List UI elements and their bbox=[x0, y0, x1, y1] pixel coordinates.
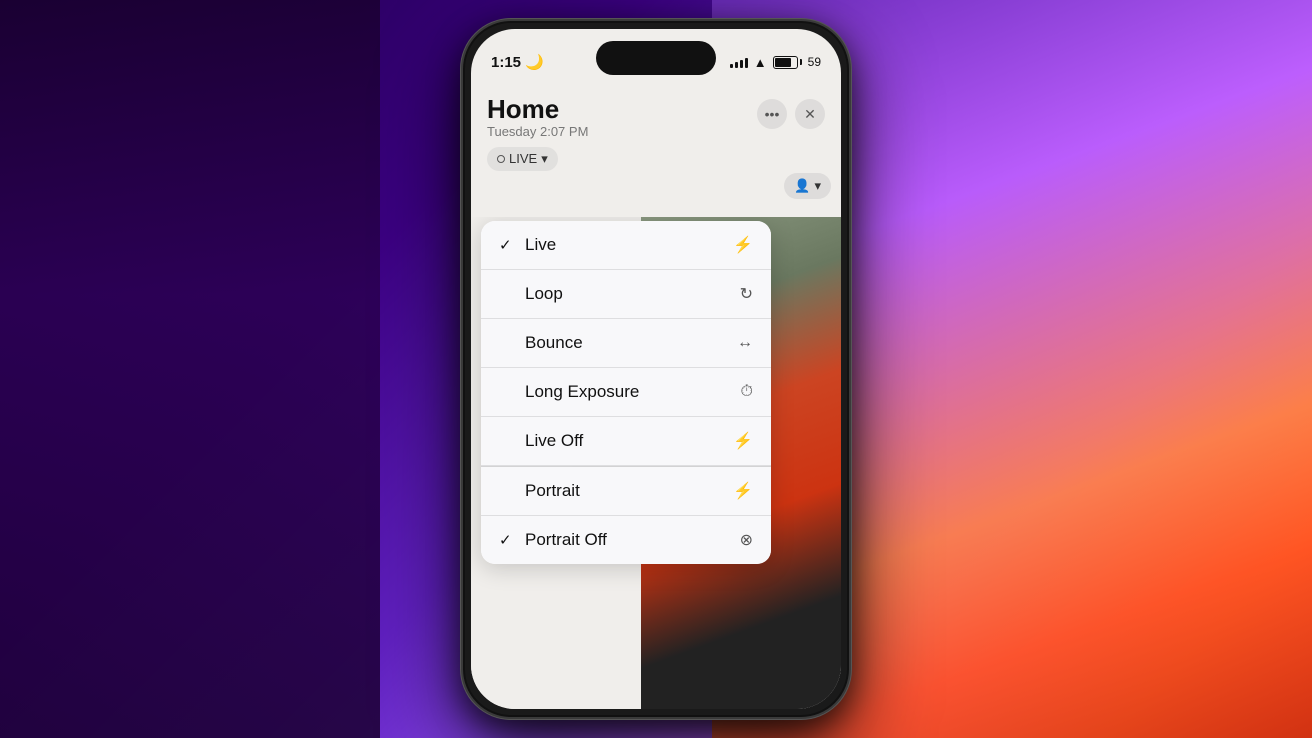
signal-icon bbox=[730, 56, 748, 68]
header-title: Home Tuesday 2:07 PM LIVE ▾ bbox=[487, 95, 588, 171]
photos-header: Home Tuesday 2:07 PM LIVE ▾ ••• bbox=[471, 87, 841, 179]
more-options-button[interactable]: ••• bbox=[757, 99, 787, 129]
signal-bar-1 bbox=[730, 64, 733, 68]
portrait-off-icon: ⊗ bbox=[740, 530, 753, 550]
live-label: LIVE bbox=[509, 151, 537, 166]
portrait-off-checkmark-icon: ✓ bbox=[499, 531, 515, 549]
signal-bar-4 bbox=[745, 58, 748, 68]
menu-item-long-exposure-left: Long Exposure bbox=[499, 382, 639, 402]
live-indicator bbox=[497, 155, 505, 163]
menu-item-portrait-off-left: ✓ Portrait Off bbox=[499, 530, 607, 550]
signal-bar-2 bbox=[735, 62, 738, 68]
people-label: ▾ bbox=[814, 178, 821, 194]
status-right-icons: ▲ 59 bbox=[730, 55, 821, 70]
signal-bar-3 bbox=[740, 60, 743, 68]
menu-item-live-off[interactable]: Live Off ⚡ bbox=[481, 417, 771, 466]
menu-item-live-off-left: Live Off bbox=[499, 431, 583, 451]
header-actions: ••• ✕ bbox=[757, 99, 825, 129]
phone-frame: 1:15 🌙 ▲ bbox=[461, 19, 851, 719]
live-menu-label: Live bbox=[525, 235, 556, 255]
menu-item-portrait[interactable]: Portrait ⚡ bbox=[481, 466, 771, 516]
header-top: Home Tuesday 2:07 PM LIVE ▾ ••• bbox=[487, 95, 825, 171]
moon-icon: 🌙 bbox=[525, 53, 544, 71]
phone-screen: 1:15 🌙 ▲ bbox=[471, 29, 841, 709]
menu-item-live-left: ✓ Live bbox=[499, 235, 556, 255]
title-text: Home bbox=[487, 95, 588, 124]
live-checkmark-icon: ✓ bbox=[499, 236, 515, 254]
menu-item-long-exposure[interactable]: Long Exposure ⏱ bbox=[481, 368, 771, 417]
live-photo-dropdown: ✓ Live ⚡ Loop ↻ bbox=[481, 221, 771, 564]
menu-item-portrait-left: Portrait bbox=[499, 481, 580, 501]
close-button[interactable]: ✕ bbox=[795, 99, 825, 129]
live-icon: ⚡ bbox=[733, 235, 753, 255]
photo-section: ✓ Live ⚡ Loop ↻ bbox=[471, 217, 841, 709]
menu-item-bounce-left: Bounce bbox=[499, 333, 583, 353]
portrait-menu-label: Portrait bbox=[525, 481, 580, 501]
people-button[interactable]: 👤 ▾ bbox=[784, 173, 831, 199]
portrait-icon: ⚡ bbox=[733, 481, 753, 501]
menu-item-loop[interactable]: Loop ↻ bbox=[481, 270, 771, 319]
long-exposure-menu-label: Long Exposure bbox=[525, 382, 639, 402]
close-icon: ✕ bbox=[804, 106, 816, 123]
live-chevron-icon: ▾ bbox=[541, 151, 548, 167]
battery-icon bbox=[773, 56, 802, 69]
app-content: Home Tuesday 2:07 PM LIVE ▾ ••• bbox=[471, 87, 841, 709]
battery-body bbox=[773, 56, 798, 69]
menu-item-live[interactable]: ✓ Live ⚡ bbox=[481, 221, 771, 270]
live-off-icon: ⚡ bbox=[733, 431, 753, 451]
wifi-icon: ▲ bbox=[754, 55, 767, 70]
phone-device: 1:15 🌙 ▲ bbox=[461, 19, 851, 719]
live-off-menu-label: Live Off bbox=[525, 431, 583, 451]
bounce-menu-label: Bounce bbox=[525, 333, 583, 353]
loop-icon: ↻ bbox=[740, 284, 753, 304]
menu-item-portrait-off[interactable]: ✓ Portrait Off ⊗ bbox=[481, 516, 771, 564]
long-exposure-icon: ⏱ bbox=[741, 383, 753, 401]
dynamic-island bbox=[596, 41, 716, 75]
menu-item-loop-left: Loop bbox=[499, 284, 563, 304]
battery-fill bbox=[775, 58, 792, 67]
battery-tip bbox=[800, 59, 802, 65]
more-icon: ••• bbox=[765, 106, 780, 122]
portrait-off-menu-label: Portrait Off bbox=[525, 530, 607, 550]
battery-percent: 59 bbox=[808, 55, 821, 69]
loop-menu-label: Loop bbox=[525, 284, 563, 304]
time-label: 1:15 bbox=[491, 54, 521, 71]
bg-left-overlay bbox=[0, 0, 380, 738]
live-badge-button[interactable]: LIVE ▾ bbox=[487, 147, 558, 171]
status-time: 1:15 🌙 bbox=[491, 53, 544, 71]
people-icon: 👤 bbox=[794, 178, 810, 194]
bounce-icon: ↔ bbox=[737, 334, 753, 352]
subtitle-text: Tuesday 2:07 PM bbox=[487, 124, 588, 139]
menu-item-bounce[interactable]: Bounce ↔ bbox=[481, 319, 771, 368]
